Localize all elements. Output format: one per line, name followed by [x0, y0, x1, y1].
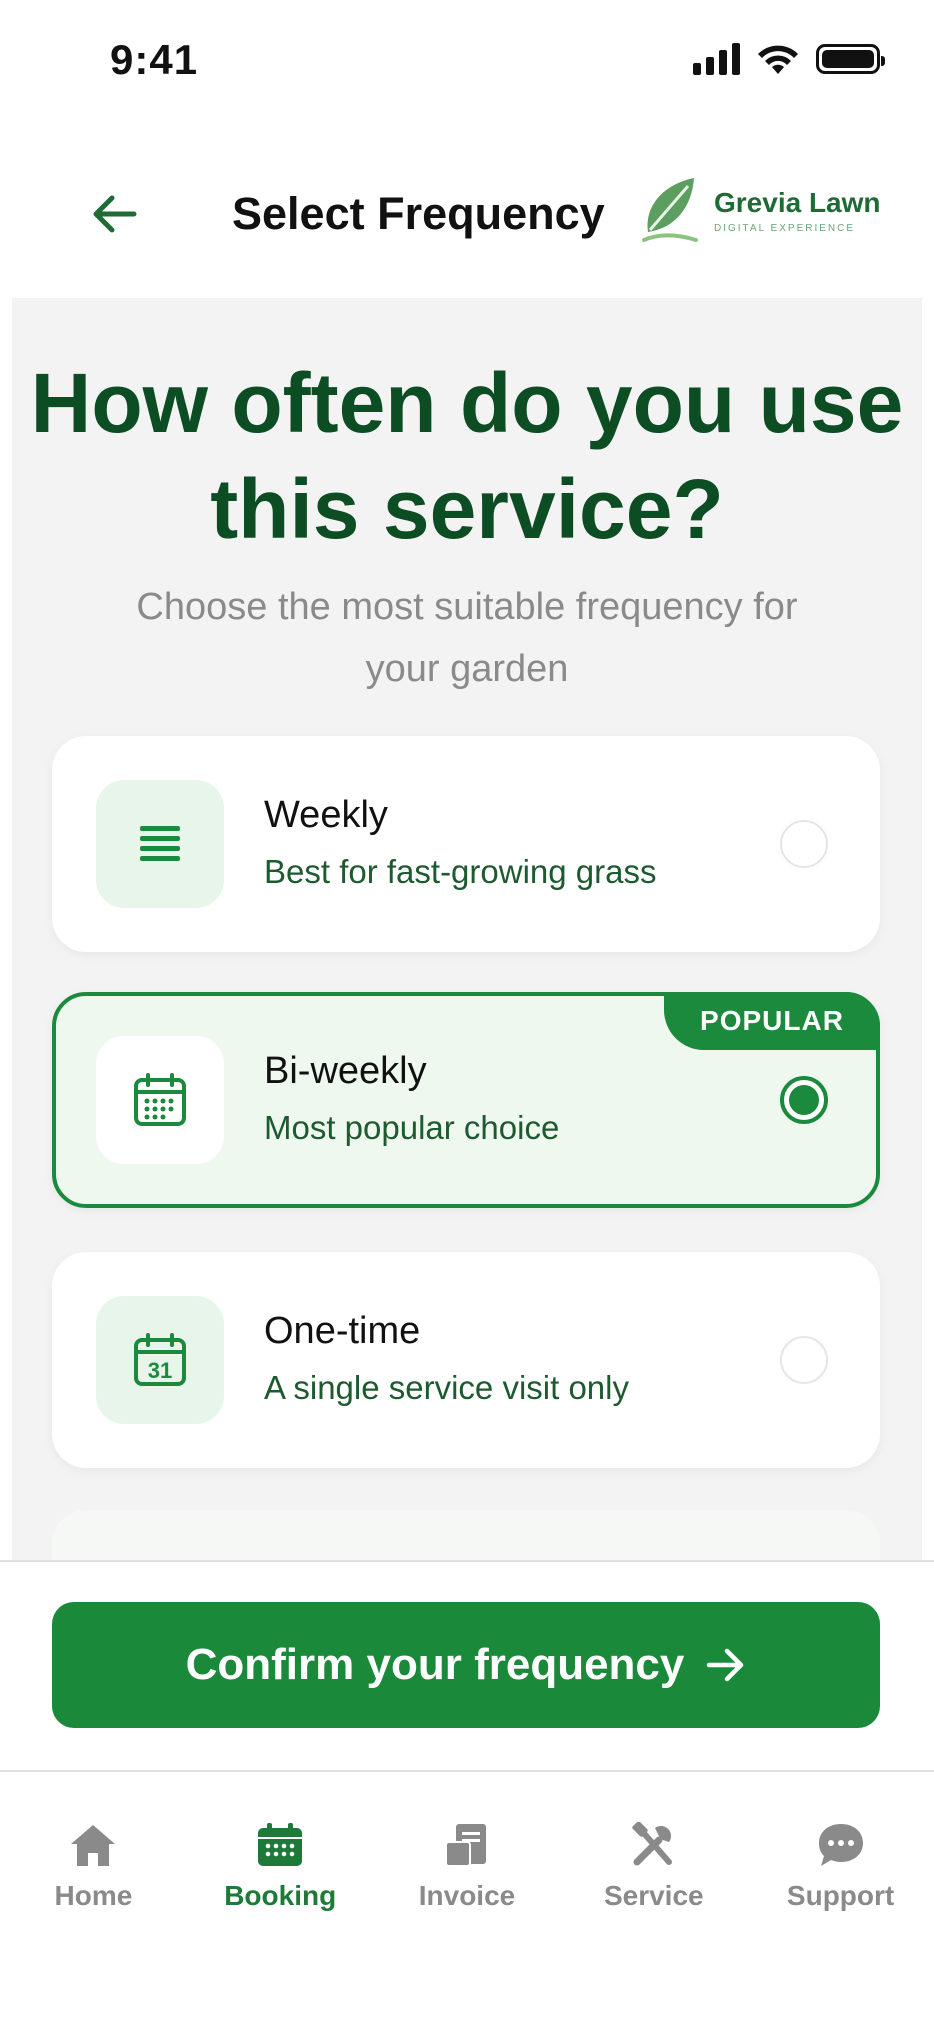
- tab-service[interactable]: Service: [560, 1772, 747, 1920]
- option-description: A single service visit only: [264, 1369, 629, 1406]
- status-time: 9:41: [110, 36, 199, 83]
- bottom-tab-bar: Home Booking Invoice Service Support: [0, 1770, 934, 1920]
- tab-label: Home: [54, 1880, 133, 1911]
- page-title: Select Frequency: [232, 188, 605, 239]
- option-title: Bi-weekly: [264, 1050, 427, 1092]
- list-icon: [96, 780, 224, 908]
- radio-button-selected[interactable]: [780, 1076, 828, 1124]
- page-headline: How often do you use this service?: [30, 356, 904, 556]
- svg-text:31: 31: [148, 1358, 172, 1383]
- radio-button[interactable]: [780, 820, 828, 868]
- tab-label: Booking: [224, 1880, 337, 1911]
- status-bar: 9:41: [0, 0, 934, 128]
- home-icon: [71, 1825, 116, 1866]
- tab-label: Support: [786, 1880, 895, 1911]
- radio-button[interactable]: [780, 1336, 828, 1384]
- cellular-signal-icon: [693, 43, 740, 75]
- confirm-button-label: Confirm your frequency: [185, 1640, 685, 1689]
- option-one-time[interactable]: 31 One-time A single service visit only: [52, 1252, 880, 1468]
- brand-tagline: DIGITAL EXPERIENCE: [714, 222, 856, 234]
- option-title: Weekly: [264, 794, 388, 836]
- calendar-icon: [258, 1823, 303, 1866]
- back-button[interactable]: [82, 184, 146, 244]
- main-content: How often do you use this service? Choos…: [12, 298, 922, 1560]
- option-description: Best for fast-growing grass: [264, 853, 657, 890]
- calendar-31-icon: 31: [96, 1296, 224, 1424]
- chat-icon: [818, 1824, 863, 1866]
- confirm-frequency-button[interactable]: Confirm your frequency: [52, 1602, 880, 1728]
- option-bi-weekly[interactable]: POPULAR Bi-weekly Most popular choice: [52, 992, 880, 1208]
- brand-name: Grevia Lawn: [714, 186, 881, 218]
- leaf-logo-icon: [642, 178, 698, 242]
- action-bar: Confirm your frequency: [0, 1560, 934, 1770]
- invoice-icon: [444, 1824, 486, 1867]
- option-card-partial[interactable]: [52, 1510, 880, 1560]
- option-title: One-time: [264, 1310, 421, 1352]
- app-header: Select Frequency Grevia Lawn DIGITAL EXP…: [0, 128, 934, 298]
- battery-icon: [816, 44, 885, 74]
- tools-icon: [632, 1822, 672, 1866]
- option-description: Most popular choice: [264, 1109, 560, 1146]
- tab-label: Invoice: [418, 1880, 516, 1911]
- popular-badge: POPULAR: [664, 992, 880, 1050]
- calendar-grid-icon: [96, 1036, 224, 1164]
- option-weekly[interactable]: Weekly Best for fast-growing grass: [52, 736, 880, 952]
- tab-label: Service: [603, 1880, 704, 1911]
- home-indicator-area: [0, 1920, 934, 2021]
- brand-logo: Grevia Lawn DIGITAL EXPERIENCE: [640, 176, 881, 244]
- page-subtitle: Choose the most suitable frequency for y…: [136, 586, 798, 690]
- arrow-right-icon: [707, 1648, 744, 1682]
- tab-booking[interactable]: Booking: [187, 1772, 374, 1920]
- tab-home[interactable]: Home: [0, 1772, 187, 1920]
- tab-support[interactable]: Support: [747, 1772, 934, 1920]
- tab-invoice[interactable]: Invoice: [374, 1772, 561, 1920]
- status-icons: [693, 42, 885, 76]
- arrow-left-icon: [93, 195, 137, 233]
- wifi-icon: [758, 45, 798, 74]
